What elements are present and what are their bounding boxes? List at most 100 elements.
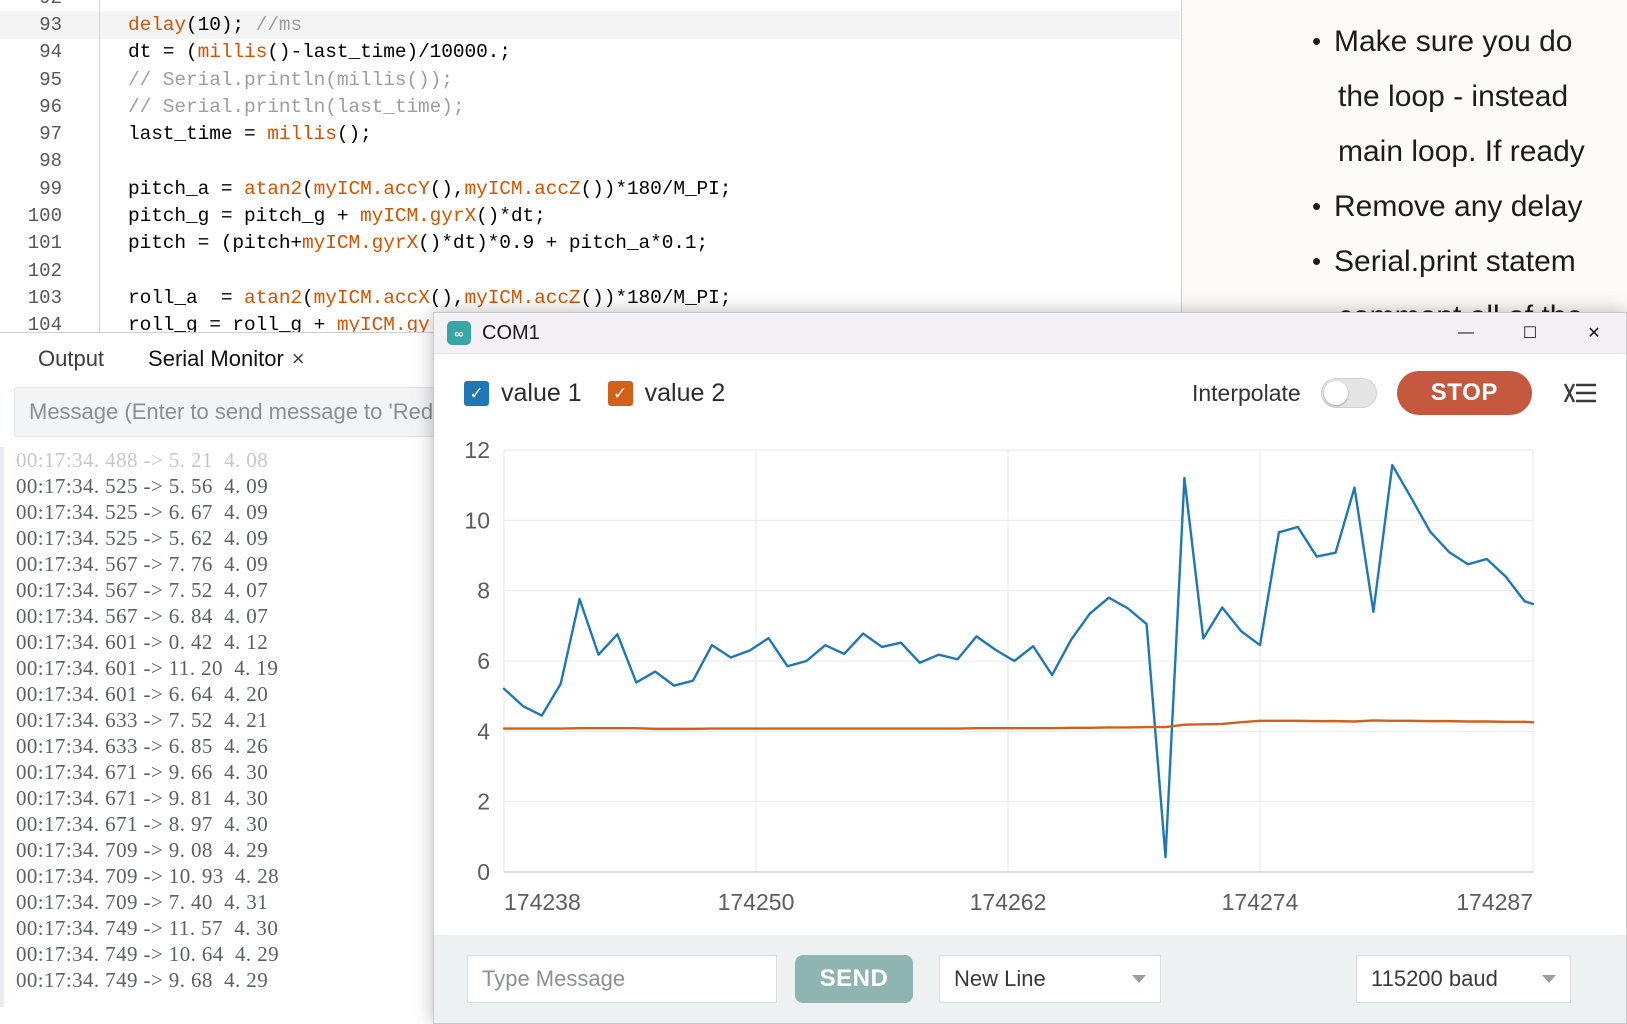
code-line: 96 // Serial.println(last_time); (0, 93, 1180, 121)
indent-guide (100, 148, 128, 175)
checkbox-value-2[interactable]: ✓ (607, 380, 633, 406)
y-tick-label: 6 (477, 648, 490, 674)
code-editor[interactable]: 92 93 delay(10); //ms 94 dt = (millis()-last… (0, 0, 1180, 332)
indent-guide (100, 0, 128, 11)
series-legend: ✓ value 1 ✓ value 2 (464, 379, 725, 408)
minimize-button[interactable]: — (1434, 313, 1498, 354)
y-tick-label: 2 (477, 789, 490, 815)
interpolate-label: Interpolate (1191, 379, 1301, 406)
plotter-message-input[interactable]: Type Message (467, 955, 777, 1003)
x-tick-label: 174262 (970, 889, 1047, 915)
code-lines: 92 93 delay(10); //ms 94 dt = (millis()-last… (0, 0, 1180, 332)
code-line: 94 dt = (millis()-last_time)/10000.; (0, 38, 1180, 66)
screen: 92 93 delay(10); //ms 94 dt = (millis()-last… (0, 0, 1627, 1024)
code-text: roll_a = atan2(myICM.accX(),myICM.accZ()… (128, 286, 732, 309)
note-bullet-item: Remove any delay (1182, 179, 1627, 234)
y-tick-label: 12 (464, 437, 490, 463)
series-line-value-2 (502, 719, 1535, 731)
indent-guide (100, 202, 128, 229)
legend-item-value-1[interactable]: ✓ value 1 (464, 379, 582, 408)
tab-serial-monitor[interactable]: Serial Monitor (126, 346, 306, 372)
notes-panel: Make sure you do the loop - instead main l… (1181, 0, 1627, 318)
note-wrapped-line: main loop. If ready (1338, 135, 1585, 168)
legend-label-value-2: value 2 (644, 378, 726, 407)
code-text: // Serial.println(last_time); (128, 95, 465, 118)
x-tick-label: 174238 (504, 889, 581, 915)
plotter-message-placeholder: Type Message (482, 966, 626, 991)
code-text: dt = (millis()-last_time)/10000.; (128, 41, 511, 64)
plotter-footer: Type Message SEND New Line 115200 baud (434, 935, 1626, 1023)
plotter-toolbar: ✓ value 1 ✓ value 2 Interpolate STOP (434, 354, 1626, 432)
line-number: 94 (39, 41, 62, 64)
y-tick-label: 10 (464, 507, 490, 533)
indent-guide (100, 312, 128, 332)
line-number: 95 (39, 68, 62, 91)
chevron-down-icon (1132, 975, 1146, 983)
note-wrapped-line: the loop - instead (1338, 80, 1569, 113)
indent-guide (100, 120, 128, 147)
legend-label-value-1: value 1 (501, 378, 582, 407)
arduino-infinity-icon: ∞ (447, 321, 471, 345)
editor-gutter (78, 93, 100, 121)
y-tick-label: 8 (477, 578, 490, 604)
baud-rate-select[interactable]: 115200 baud (1356, 955, 1571, 1003)
send-button[interactable]: SEND (795, 955, 913, 1003)
y-tick-label: 4 (477, 718, 490, 744)
line-number: 96 (39, 95, 62, 118)
editor-gutter (78, 11, 100, 39)
plotter-titlebar[interactable]: ∞ COM1 — ☐ ✕ (434, 313, 1626, 354)
code-line: 99 pitch_a = atan2(myICM.accY(),myICM.acc… (0, 175, 1180, 203)
plotter-toolbar-right: Interpolate STOP (1192, 371, 1598, 415)
line-number: 103 (27, 286, 62, 309)
interpolate-toggle[interactable] (1320, 378, 1377, 408)
x-tick-label: 174274 (1222, 889, 1299, 915)
line-number: 99 (39, 177, 62, 200)
x-tick-label: 174250 (718, 889, 795, 915)
indent-guide (100, 230, 128, 257)
editor-gutter (78, 311, 100, 332)
stop-button[interactable]: STOP (1396, 371, 1532, 415)
y-tick-label: 0 (477, 859, 490, 885)
line-number: 100 (27, 205, 62, 228)
code-text: pitch = (pitch+myICM.gyrX()*dt)*0.9 + pi… (128, 232, 709, 255)
code-text: pitch_a = atan2(myICM.accY(),myICM.accZ(… (128, 177, 732, 200)
note-bullet-item: Make sure you do (1182, 14, 1627, 69)
line-ending-select[interactable]: New Line (939, 955, 1161, 1003)
indent-guide (100, 284, 128, 311)
code-line: 100 pitch_g = pitch_g + myICM.gyrX()*dt; (0, 202, 1180, 230)
indent-guide (100, 11, 128, 38)
code-line: 102 (0, 256, 1180, 285)
code-text: pitch_g = pitch_g + myICM.gyrX()*dt; (128, 205, 546, 228)
editor-gutter (78, 175, 100, 203)
code-text: last_time = millis(); (128, 123, 372, 146)
legend-item-value-2[interactable]: ✓ value 2 (607, 378, 726, 408)
scrollbar[interactable] (0, 447, 4, 1007)
indent-guide (100, 257, 128, 284)
editor-gutter (78, 229, 100, 257)
indent-guide (100, 93, 128, 120)
checkbox-value-1[interactable]: ✓ (464, 380, 489, 406)
editor-gutter (78, 38, 100, 66)
close-icon[interactable]: × (292, 346, 319, 372)
indent-guide (100, 175, 128, 202)
code-line: 92 (0, 0, 1180, 12)
line-number: 104 (27, 314, 62, 332)
code-line: 97 last_time = millis(); (0, 120, 1180, 148)
maximize-button[interactable]: ☐ (1498, 313, 1562, 354)
notes-list: Make sure you do the loop - instead main l… (1182, 0, 1627, 318)
line-number: 98 (39, 150, 62, 173)
code-line: 101 pitch = (pitch+myICM.gyrX()*dt)*0.9 +… (0, 229, 1180, 257)
plot-area[interactable]: 0 2 4 6 8 10 12 174238 174250 174262 174274 174287 (434, 432, 1626, 932)
tab-output[interactable]: Output (16, 346, 126, 372)
editor-gutter (78, 202, 100, 230)
clear-output-icon[interactable] (1563, 376, 1598, 410)
x-tick-label: 174287 (1456, 889, 1533, 915)
editor-gutter (78, 147, 100, 176)
editor-gutter (78, 0, 100, 12)
line-number: 102 (27, 259, 62, 282)
line-number: 93 (39, 13, 62, 36)
code-text: delay(10); //ms (128, 13, 303, 36)
close-button[interactable]: ✕ (1562, 313, 1626, 354)
baud-rate-value: 115200 baud (1371, 966, 1498, 991)
editor-gutter (78, 120, 100, 148)
